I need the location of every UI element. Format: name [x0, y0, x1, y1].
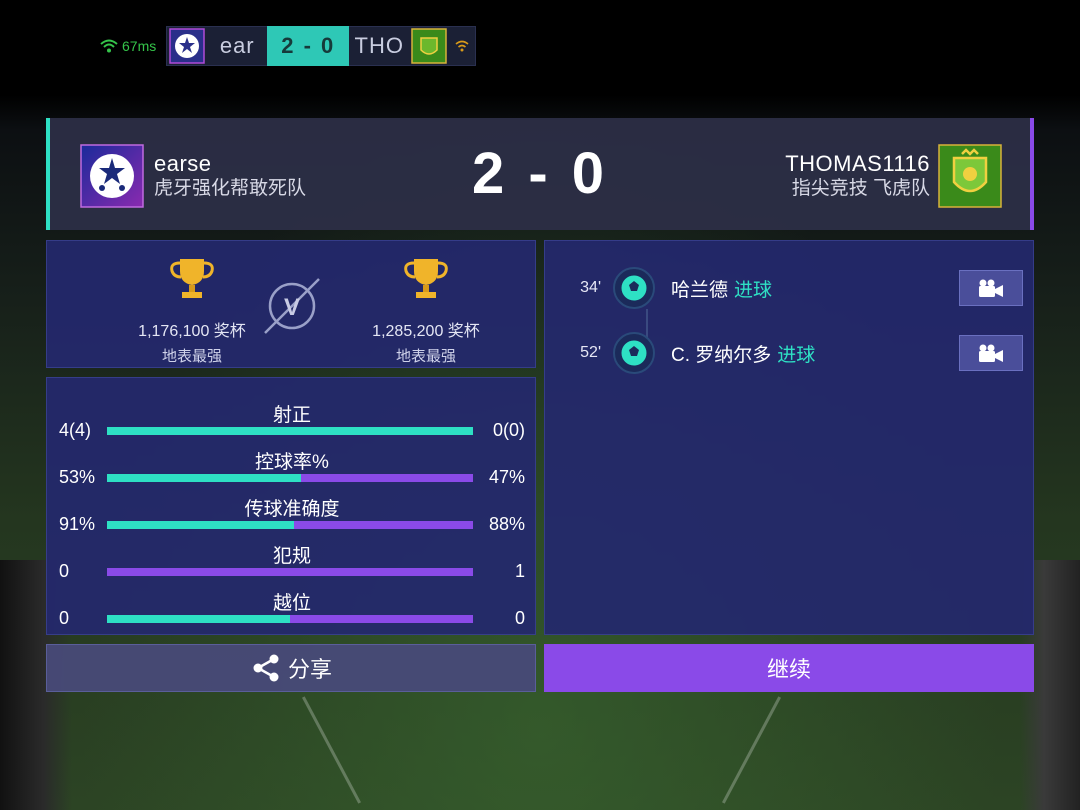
- goal-event: 34' 哈兰德 进球: [545, 265, 1035, 311]
- football-icon: [613, 332, 655, 374]
- goal-event: 52' C. 罗纳尔多 进球: [545, 330, 1035, 376]
- network-ping: 67ms: [100, 38, 156, 54]
- home-crest-small-icon: [167, 26, 207, 66]
- away-crest-small-icon: [409, 26, 449, 66]
- event-type: 进球: [734, 279, 773, 301]
- trophy-icon: [351, 257, 501, 303]
- trophy-comparison: 1,176,100 奖杯 地表最强 V 1,285,200 奖杯 地表最强: [46, 240, 536, 368]
- match-stats: 射正 4(4) 0(0) 控球率% 53% 47% 传球准确度 91% 88% …: [46, 377, 536, 635]
- away-player-name: THOMAS1116: [785, 151, 930, 176]
- continue-button[interactable]: 继续: [544, 644, 1034, 692]
- ping-value: 67ms: [122, 38, 157, 54]
- share-label: 分享: [287, 657, 332, 682]
- hud-home-team: ear: [219, 33, 255, 58]
- away-team: THOMAS1116 指尖竞技 飞虎队: [785, 144, 1002, 208]
- continue-label: 继续: [766, 657, 811, 682]
- away-trophies: 1,285,200 奖杯 地表最强: [351, 257, 501, 366]
- stat-home-value: 91%: [59, 514, 96, 534]
- away-rank-title: 地表最强: [395, 348, 456, 365]
- home-trophies: 1,176,100 奖杯 地表最强: [117, 257, 267, 366]
- match-hud: 67ms ear 2 - 0 THO: [100, 26, 477, 66]
- wifi-icon: [100, 39, 118, 53]
- stat-row: 射正 4(4) 0(0): [47, 400, 537, 446]
- stat-away-value: 47%: [488, 467, 525, 487]
- replay-button[interactable]: [959, 270, 1023, 306]
- stat-bar: [107, 474, 473, 482]
- versus-icon: V: [264, 278, 320, 334]
- hud-score: 2 - 0: [267, 26, 350, 66]
- hud-scoreboard: ear 2 - 0 THO: [166, 26, 477, 66]
- trophy-icon: [117, 257, 267, 303]
- scorer-name: C. 罗纳尔多: [671, 344, 772, 366]
- event-type: 进球: [777, 344, 816, 366]
- away-trophy-count: 1,285,200 奖杯: [372, 323, 480, 340]
- share-button[interactable]: 分享: [46, 644, 536, 692]
- stat-label: 传球准确度: [244, 499, 340, 520]
- stat-label: 控球率%: [255, 452, 329, 473]
- stat-away-value: 1: [514, 561, 525, 581]
- stat-row: 传球准确度 91% 88%: [47, 494, 537, 540]
- stat-label: 犯规: [272, 546, 311, 567]
- stat-away-value: 0: [514, 608, 525, 628]
- pitch-line: [722, 696, 781, 804]
- home-rank-title: 地表最强: [161, 348, 222, 365]
- stat-home-value: 53%: [59, 467, 96, 487]
- home-trophy-count: 1,176,100 奖杯: [138, 323, 246, 340]
- stat-away-value: 0(0): [492, 420, 525, 440]
- connection-icon: [449, 40, 475, 52]
- versus-label: V: [284, 294, 300, 321]
- stat-away-value: 88%: [488, 514, 525, 534]
- hud-away-team: THO: [354, 33, 404, 58]
- scorer-name: 哈兰德: [671, 279, 729, 301]
- stat-row: 越位 0 0: [47, 588, 537, 634]
- stat-bar: [107, 427, 473, 435]
- event-minute: 34': [580, 279, 601, 296]
- club-shield-crest-icon: [938, 144, 1002, 208]
- stat-home-value: 0: [59, 608, 70, 628]
- stat-bar: [107, 521, 473, 529]
- pitch-line: [302, 696, 361, 804]
- stat-home-value: 0: [59, 561, 70, 581]
- away-club-name: 指尖竞技 飞虎队: [791, 178, 930, 199]
- event-description: 哈兰德 进球: [671, 275, 772, 302]
- match-events: 34' 哈兰德 进球 52' C. 罗纳尔多 进球: [544, 240, 1034, 635]
- share-icon: [253, 654, 279, 682]
- stat-label: 射正: [272, 405, 311, 426]
- replay-button[interactable]: [959, 335, 1023, 371]
- stat-row: 控球率% 53% 47%: [47, 447, 537, 493]
- football-icon: [613, 267, 655, 309]
- stat-row: 犯规 0 1: [47, 541, 537, 587]
- stat-bar: [107, 568, 473, 576]
- stat-label: 越位: [272, 593, 311, 614]
- match-result-header: earse 虎牙强化帮敢死队 2 - 0 THOMAS1116 指尖竞技 飞虎队: [46, 118, 1034, 230]
- stat-home-value: 4(4): [59, 420, 92, 440]
- video-camera-icon: [979, 344, 1003, 362]
- video-camera-icon: [979, 279, 1003, 297]
- stat-bar: [107, 615, 473, 623]
- event-description: C. 罗纳尔多 进球: [671, 340, 815, 367]
- event-minute: 52': [580, 344, 601, 361]
